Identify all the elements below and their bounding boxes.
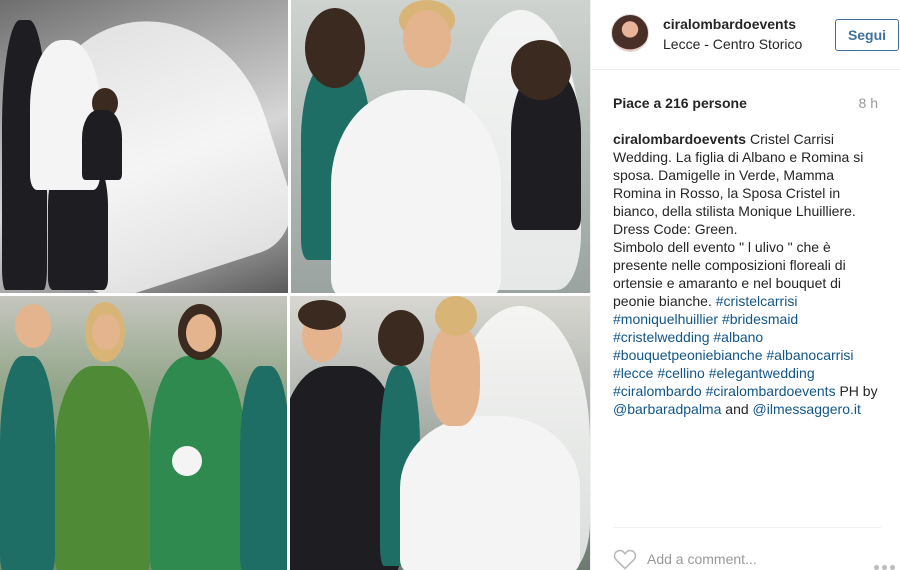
caption-author-link[interactable]: ciralombardoevents <box>613 131 746 147</box>
hashtag-link[interactable]: #albanocarrisi <box>766 347 853 363</box>
hashtag-link[interactable]: #bridesmaid <box>722 311 798 327</box>
photo-father-and-bride <box>290 296 590 570</box>
comment-input[interactable] <box>647 548 857 570</box>
more-options-icon[interactable] <box>874 557 900 570</box>
follow-button[interactable]: Segui <box>835 19 899 51</box>
hashtag-link[interactable]: #albano <box>713 329 763 345</box>
photo-veil-procession <box>0 0 288 293</box>
hashtag-link[interactable]: #cristelwedding <box>613 329 710 345</box>
hashtag-link[interactable]: #ciralombardo <box>613 383 702 399</box>
photo-bridesmaids-green <box>0 296 287 570</box>
mention-link[interactable]: @barbaradpalma <box>613 401 721 417</box>
divider <box>613 527 881 528</box>
post-caption: ciralombardoevents Cristel Carrisi Weddi… <box>613 130 885 418</box>
likes-count[interactable]: Piace a 216 persone <box>613 95 747 111</box>
post-sidebar: ciralombardoevents Lecce - Centro Storic… <box>590 0 900 570</box>
avatar[interactable] <box>611 14 649 52</box>
hashtag-link[interactable]: #moniquelhuillier <box>613 311 718 327</box>
hashtag-link[interactable]: #lecce <box>613 365 653 381</box>
hashtag-link[interactable]: #cristelcarrisi <box>716 293 798 309</box>
caption-text-segment: PH by <box>835 383 878 399</box>
hashtag-link[interactable]: #bouquetpeoniebianche <box>613 347 762 363</box>
photo-bride-smiling <box>291 0 590 293</box>
username-link[interactable]: ciralombardoevents <box>663 16 796 32</box>
post-header: ciralombardoevents Lecce - Centro Storic… <box>591 0 900 70</box>
post-photo-collage[interactable] <box>0 0 590 570</box>
caption-text-segment: and <box>721 401 753 417</box>
heart-icon[interactable] <box>613 548 637 570</box>
caption-text-segment: Dress Code: Green. <box>613 221 738 237</box>
hashtag-link[interactable]: #elegantwedding <box>709 365 815 381</box>
post-time[interactable]: 8 h <box>859 95 878 111</box>
caption-text: Cristel Carrisi Wedding. La figlia di Al… <box>613 131 878 417</box>
hashtag-link[interactable]: #cellino <box>657 365 704 381</box>
mention-link[interactable]: @ilmessaggero.it <box>753 401 861 417</box>
location-link[interactable]: Lecce - Centro Storico <box>663 36 802 52</box>
hashtag-link[interactable]: #ciralombardoevents <box>706 383 836 399</box>
